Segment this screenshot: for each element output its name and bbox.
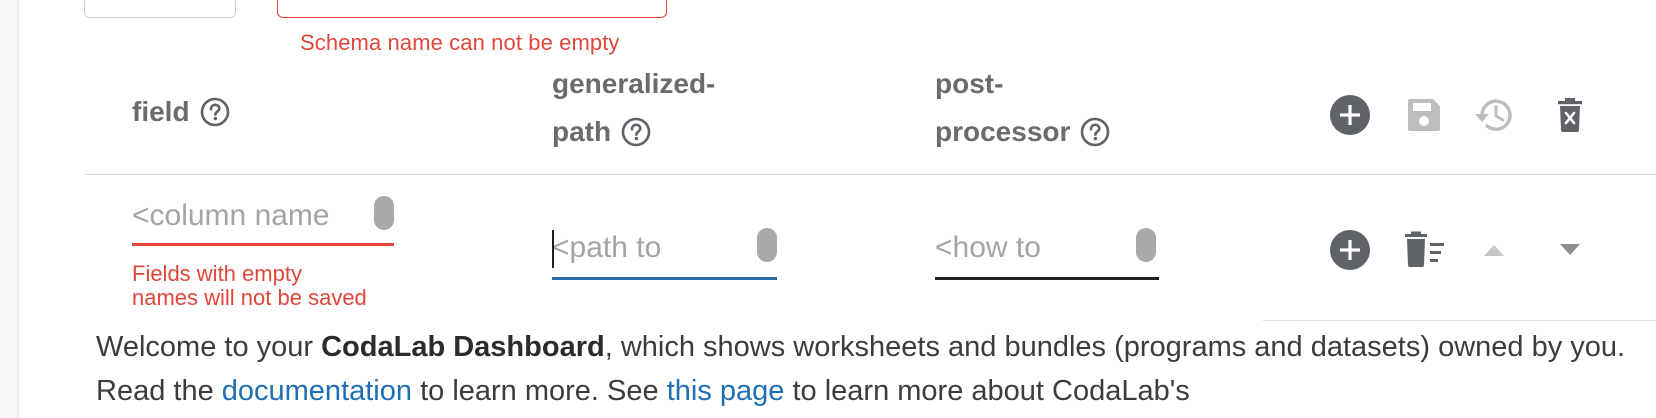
row-divider bbox=[1263, 320, 1656, 321]
help-icon[interactable] bbox=[621, 117, 651, 147]
history-icon bbox=[1475, 99, 1512, 131]
this-page-link[interactable]: this page bbox=[667, 375, 785, 407]
field-name-error: Fields with empty names will not be save… bbox=[132, 262, 367, 310]
schema-name-input[interactable] bbox=[277, 0, 667, 18]
scrollbar-thumb[interactable] bbox=[757, 228, 777, 262]
welcome-text-part: to learn more about CodaLab's bbox=[784, 375, 1190, 407]
post-processor-underline bbox=[935, 277, 1159, 280]
field-name-underline bbox=[132, 243, 394, 246]
add-icon bbox=[1330, 95, 1370, 135]
header-post-line1: post- bbox=[935, 68, 1004, 99]
header-divider bbox=[84, 174, 1656, 175]
add-field-button[interactable] bbox=[1328, 228, 1372, 272]
documentation-link[interactable]: documentation bbox=[222, 375, 412, 407]
field-error-line1: Fields with empty bbox=[132, 261, 302, 286]
remove-field-button[interactable] bbox=[1402, 228, 1446, 272]
header-field-label: field bbox=[132, 96, 190, 127]
text-caret bbox=[552, 230, 554, 268]
generalized-path-input[interactable] bbox=[552, 228, 747, 268]
scrollbar-thumb[interactable] bbox=[374, 196, 394, 230]
revert-schema-button[interactable] bbox=[1472, 93, 1516, 137]
welcome-text: Welcome to your CodaLab Dashboard, which… bbox=[96, 325, 1636, 413]
post-processor-cell bbox=[935, 228, 1159, 280]
header-post-processor: post- processor bbox=[935, 60, 1110, 156]
save-icon bbox=[1408, 99, 1440, 131]
field-name-input[interactable] bbox=[132, 196, 360, 236]
delete-icon bbox=[1558, 98, 1582, 132]
field-error-line2: names will not be saved bbox=[132, 285, 367, 310]
post-processor-input[interactable] bbox=[935, 228, 1130, 268]
header-path-line2: path bbox=[552, 116, 612, 147]
dashboard-name: CodaLab Dashboard bbox=[321, 331, 605, 363]
sidebar-edge bbox=[0, 0, 19, 418]
delete-sweep-icon bbox=[1405, 231, 1444, 267]
path-underline-focused bbox=[552, 277, 777, 280]
schema-selector-box[interactable] bbox=[84, 0, 236, 18]
save-schema-button[interactable] bbox=[1402, 93, 1446, 137]
header-post-line2: processor bbox=[935, 116, 1071, 147]
header-generalized-path: generalized- path bbox=[552, 60, 715, 156]
schema-name-error: Schema name can not be empty bbox=[300, 30, 620, 55]
welcome-text-part: Welcome to your bbox=[96, 331, 322, 363]
help-icon[interactable] bbox=[200, 97, 230, 127]
header-path-line1: generalized- bbox=[552, 68, 716, 99]
move-field-up-button[interactable] bbox=[1472, 228, 1516, 272]
welcome-text-part: to learn more. See bbox=[412, 375, 667, 407]
add-schema-row-button[interactable] bbox=[1328, 93, 1372, 137]
header-field: field bbox=[132, 88, 230, 136]
scrollbar-thumb[interactable] bbox=[1136, 228, 1156, 262]
arrow-up-icon bbox=[1484, 245, 1504, 256]
add-icon bbox=[1330, 230, 1370, 270]
field-name-cell bbox=[132, 196, 394, 248]
help-icon[interactable] bbox=[1080, 117, 1110, 147]
arrow-down-icon bbox=[1560, 244, 1580, 255]
delete-schema-button[interactable] bbox=[1548, 93, 1592, 137]
path-cell bbox=[552, 228, 777, 280]
move-field-down-button[interactable] bbox=[1548, 228, 1592, 272]
